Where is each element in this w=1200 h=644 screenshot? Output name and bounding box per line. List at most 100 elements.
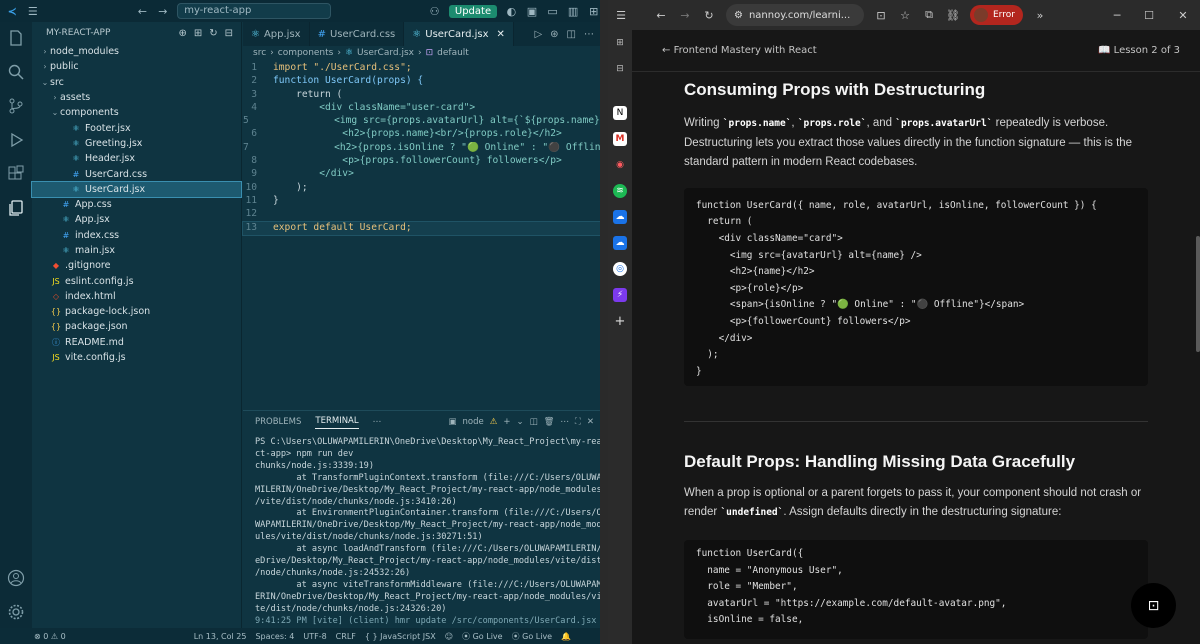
code-line[interactable]: 7 <h2>{props.isOnline ? "🟢 Online" : "⚫ …: [243, 142, 600, 155]
more-icon[interactable]: ⋯: [373, 417, 382, 427]
reload-icon[interactable]: ↻: [702, 8, 716, 22]
go-live-2[interactable]: ⦿ Go Live: [512, 631, 553, 642]
tab-search-icon[interactable]: ⊟: [613, 62, 627, 76]
tree-file[interactable]: JS eslint.config.js: [32, 273, 241, 288]
settings-gear-icon[interactable]: [6, 602, 26, 622]
breadcrumb-components[interactable]: components: [278, 48, 334, 58]
tab-app-jsx[interactable]: ⚛ App.jsx: [243, 22, 310, 46]
tree-file[interactable]: JS vite.config.js: [32, 350, 241, 365]
chrome-icon[interactable]: ◎: [613, 262, 627, 276]
tree-file[interactable]: ⚛ main.jsx: [32, 243, 241, 258]
errors-status[interactable]: ⊗ 0 ⚠ 0: [34, 632, 66, 641]
tab-usercard-css[interactable]: # UserCard.css: [310, 22, 405, 46]
install-app-icon[interactable]: ⊡: [874, 8, 888, 22]
run-icon[interactable]: ▷: [534, 29, 542, 40]
split-editor-icon[interactable]: ◫: [567, 29, 576, 40]
close-window-icon[interactable]: ✕: [1176, 8, 1190, 22]
notifications-icon[interactable]: 🔔: [561, 632, 571, 641]
live-share-icon[interactable]: ⊛: [550, 29, 558, 40]
extensions-icon[interactable]: [6, 164, 26, 184]
more-tabs-icon[interactable]: »: [1033, 8, 1047, 22]
tree-file[interactable]: ◆ .gitignore: [32, 258, 241, 273]
toggle-sidebar-icon[interactable]: ▣: [526, 4, 539, 18]
tree-folder[interactable]: › node_modules: [32, 44, 241, 59]
scrollbar-thumb[interactable]: [1196, 236, 1200, 352]
code-line[interactable]: 1 import "./UserCard.css";: [243, 62, 600, 75]
forward-arrow-icon[interactable]: →: [678, 8, 692, 22]
code-line[interactable]: 8 <p>{props.followerCount} followers</p>: [243, 155, 600, 168]
new-file-icon[interactable]: ⊕: [178, 28, 186, 39]
encoding[interactable]: UTF-8: [303, 632, 326, 641]
copy-files-icon[interactable]: [6, 198, 26, 218]
tree-folder[interactable]: ⌄ src: [32, 75, 241, 90]
maximize-panel-icon[interactable]: ⛶: [575, 417, 581, 427]
add-shortcut-icon[interactable]: +: [613, 314, 627, 329]
breadcrumb-symbol[interactable]: default: [437, 48, 469, 58]
line-ending[interactable]: CRLF: [336, 632, 356, 641]
source-control-icon[interactable]: [6, 96, 26, 116]
breadcrumb-src[interactable]: src: [253, 48, 266, 58]
toggle-secondary-sidebar-icon[interactable]: ▥: [567, 4, 580, 18]
tree-folder[interactable]: › public: [32, 59, 241, 74]
drive-icon[interactable]: ☁: [613, 236, 627, 250]
tree-file[interactable]: # index.css: [32, 228, 241, 243]
code-line[interactable]: 6 <h2>{props.name}<br/>{props.role}</h2>: [243, 128, 600, 141]
language-mode[interactable]: { } JavaScript JSX: [365, 632, 436, 641]
tree-file[interactable]: ⚛ Footer.jsx: [32, 120, 241, 135]
code-editor[interactable]: 1 import "./UserCard.css"; 2 function UserC…: [242, 60, 601, 236]
search-icon[interactable]: [6, 62, 26, 82]
copilot-icon[interactable]: ⚇: [428, 4, 441, 18]
breadcrumb-file[interactable]: UserCard.jsx: [357, 48, 414, 58]
more-icon[interactable]: ⋯: [560, 417, 569, 427]
back-arrow-icon[interactable]: ←: [654, 8, 668, 22]
tree-file[interactable]: ⚛ Header.jsx: [32, 151, 241, 166]
explorer-icon[interactable]: [6, 28, 26, 48]
tree-file[interactable]: ⚛ UserCard.jsx: [31, 180, 242, 198]
feedback-icon[interactable]: ☺: [445, 632, 453, 641]
terminal-output[interactable]: PS C:\Users\OLUWAPAMILERIN\OneDrive\Desk…: [243, 433, 612, 628]
code-line[interactable]: 13 export default UserCard;: [242, 220, 601, 236]
address-bar[interactable]: ⚙ nannoy.com/learni...: [726, 4, 864, 26]
code-line[interactable]: 9 </div>: [243, 168, 600, 181]
tree-file[interactable]: ◇ index.html: [32, 289, 241, 304]
code-line[interactable]: 5 <img src={props.avatarUrl} alt={`${pro…: [243, 115, 600, 128]
chevron-down-icon[interactable]: ⌄: [516, 417, 523, 427]
back-arrow-icon[interactable]: ←: [136, 4, 149, 18]
minimize-icon[interactable]: ─: [1110, 8, 1124, 22]
accounts-icon[interactable]: ◐: [505, 4, 518, 18]
new-terminal-icon[interactable]: +: [503, 417, 510, 427]
new-folder-icon[interactable]: ⊞: [194, 28, 202, 39]
go-live-1[interactable]: ⦿ Go Live: [462, 631, 503, 642]
tab-terminal[interactable]: TERMINAL: [315, 416, 359, 429]
scrollbar-track[interactable]: [1194, 72, 1200, 644]
indentation[interactable]: Spaces: 4: [255, 632, 294, 641]
terminal-name[interactable]: node: [463, 417, 484, 427]
code-line[interactable]: 11}: [243, 195, 600, 208]
tree-file[interactable]: ⚛ App.jsx: [32, 212, 241, 227]
close-panel-icon[interactable]: ✕: [587, 417, 594, 427]
tree-file[interactable]: # UserCard.css: [32, 166, 241, 181]
code-line[interactable]: 2 function UserCard(props) {: [243, 75, 600, 88]
maximize-icon[interactable]: ☐: [1142, 8, 1156, 22]
tree-file[interactable]: # App.css: [32, 197, 241, 212]
back-to-course-link[interactable]: ← Frontend Mastery with React: [662, 45, 817, 56]
forward-arrow-icon[interactable]: →: [157, 4, 170, 18]
bookmark-star-icon[interactable]: ☆: [898, 8, 912, 22]
cursor-position[interactable]: Ln 13, Col 25: [194, 632, 247, 641]
tab-groups-icon[interactable]: ⊞: [613, 36, 627, 50]
bolt-icon[interactable]: ⚡: [613, 288, 627, 302]
update-button[interactable]: Update: [448, 4, 498, 18]
customize-layout-icon[interactable]: ⊞: [587, 4, 600, 18]
split-terminal-icon[interactable]: ◫: [530, 417, 538, 427]
code-line[interactable]: 10 );: [243, 182, 600, 195]
close-icon[interactable]: ✕: [497, 29, 505, 40]
run-debug-icon[interactable]: [6, 130, 26, 150]
refresh-icon[interactable]: ↻: [209, 28, 217, 39]
link-icon[interactable]: ⛓: [946, 8, 960, 22]
tab-problems[interactable]: PROBLEMS: [255, 417, 301, 427]
command-center-search[interactable]: my-react-app: [177, 3, 332, 19]
drive-icon[interactable]: ☁: [613, 210, 627, 224]
spotify-icon[interactable]: ≋: [613, 184, 627, 198]
trash-icon[interactable]: 🗑: [544, 417, 555, 427]
tree-file[interactable]: ⓘ README.md: [32, 335, 241, 350]
